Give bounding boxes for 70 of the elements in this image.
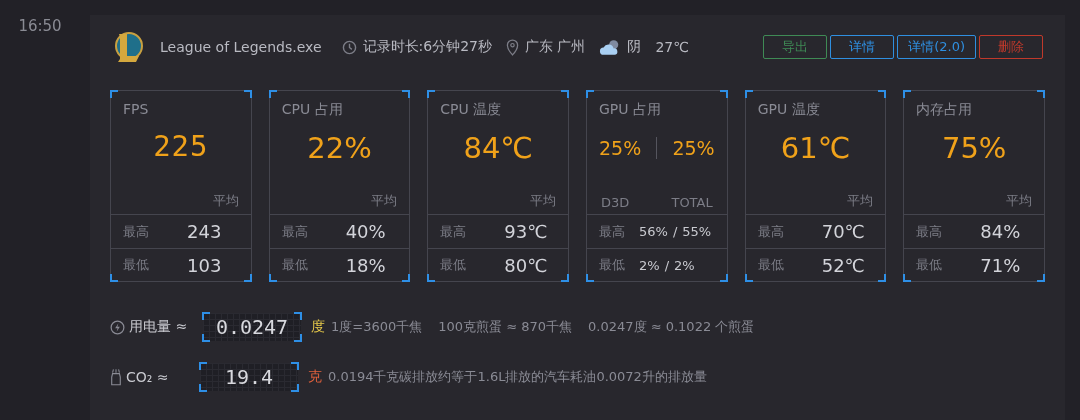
metric-label: CO₂ ≈: [126, 369, 170, 385]
metric-value: 22%: [307, 131, 372, 165]
action-button[interactable]: 删除: [979, 35, 1043, 59]
action-button[interactable]: 详情(2.0): [897, 35, 976, 59]
digital-display: 19.4: [200, 363, 298, 391]
digital-display: 0.0247: [203, 313, 301, 341]
metric-title: GPU 温度: [757, 101, 820, 119]
max-value: 84%: [980, 221, 1021, 242]
clock-icon: [341, 39, 357, 55]
max-value: 56%: [639, 224, 668, 239]
sub-label: D3D: [601, 195, 630, 210]
time-label: 16:50: [18, 17, 62, 35]
note-text: 0.0194千克碳排放约等于1.6L排放的汽车耗油0.0072升的排放量: [328, 368, 707, 386]
min-label: 最低: [916, 256, 944, 274]
average-label: 平均: [847, 192, 874, 210]
location-pin-icon: [506, 38, 519, 56]
location-text: 广东 广州: [525, 38, 586, 56]
max-label: 最高: [916, 222, 944, 241]
average-label: 平均: [371, 192, 398, 210]
metric-title: GPU 占用: [599, 101, 661, 119]
min-label: 最低: [281, 256, 309, 274]
min-value: 103: [187, 254, 222, 276]
max-value: 70℃: [821, 221, 865, 242]
metric-title: CPU 温度: [440, 101, 502, 119]
min-value: 2%: [639, 257, 660, 273]
action-button[interactable]: 详情: [830, 35, 895, 59]
lightning-icon: [110, 319, 125, 335]
action-button[interactable]: 导出: [763, 35, 828, 59]
min-value: 2%: [674, 257, 695, 273]
average-label: 平均: [212, 192, 239, 210]
unit-label: 度: [311, 318, 325, 336]
min-value: 18%: [345, 254, 386, 276]
separator-text: /: [664, 257, 670, 273]
metric-title: FPS: [123, 101, 149, 117]
max-label: 最高: [440, 222, 468, 241]
note-text: 0.0247度 ≈ 0.1022 个煎蛋: [588, 318, 755, 336]
note-text: 100克煎蛋 ≈ 870千焦: [438, 318, 573, 336]
temperature-text: 27℃: [655, 39, 689, 55]
sub-label: TOTAL: [671, 195, 713, 210]
max-label: 最高: [281, 222, 309, 241]
average-label: 平均: [1006, 192, 1033, 210]
max-value: 243: [187, 221, 222, 242]
max-label: 最高: [123, 222, 150, 241]
min-value: 71%: [980, 254, 1021, 276]
max-value: 93℃: [504, 221, 548, 242]
metric-title: CPU 占用: [281, 101, 343, 119]
average-label: 平均: [530, 192, 556, 210]
min-value: 52℃: [821, 254, 865, 276]
metric-value: 61℃: [780, 131, 851, 165]
unit-label: 克: [308, 368, 322, 386]
metric-value: 225: [153, 129, 209, 163]
metric-value: 75%: [941, 131, 1007, 165]
metric-value: 25%: [599, 137, 642, 159]
max-label: 最高: [757, 222, 785, 241]
max-value: 40%: [345, 221, 386, 242]
min-label: 最低: [440, 256, 468, 274]
metric-title: 内存占用: [916, 101, 973, 119]
separator-text: /: [672, 224, 678, 239]
app-name: League of Legends.exe: [160, 39, 322, 55]
jar-icon: [110, 368, 122, 386]
metric-label: 用电量 ≈: [129, 318, 189, 336]
min-label: 最低: [757, 256, 785, 274]
duration-text: 记录时长:6分钟27秒: [362, 38, 492, 56]
metric-value: 84℃: [463, 131, 533, 165]
metric-value: 25%: [672, 137, 715, 159]
min-label: 最低: [123, 256, 150, 274]
note-text: 1度=3600千焦: [331, 318, 423, 336]
min-value: 80℃: [504, 254, 548, 276]
weather-text: 阴: [627, 38, 642, 56]
max-value: 55%: [682, 224, 712, 239]
